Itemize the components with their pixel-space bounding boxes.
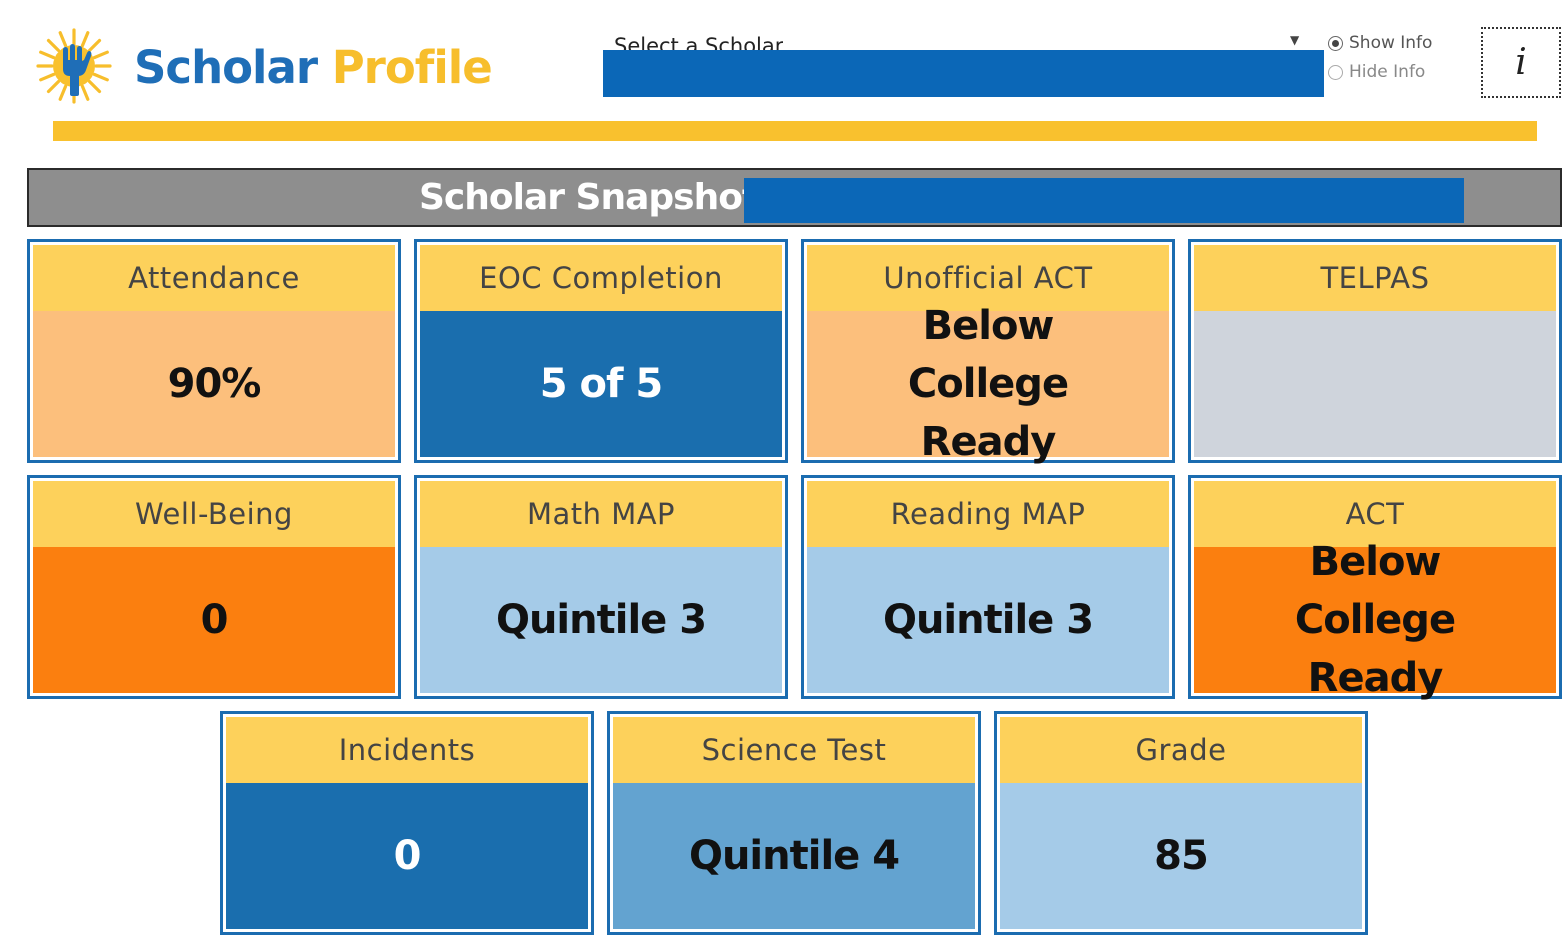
tile-value: 0 [393, 833, 422, 879]
tile-math-map[interactable]: Math MAP Quintile 3 [414, 475, 788, 699]
tile-label: Well-Being [33, 481, 395, 547]
tile-value-box: 5 of 5 [420, 311, 782, 457]
tile-value: 5 of 5 [539, 361, 663, 407]
tile-label: Grade [1000, 717, 1362, 783]
tile-value: Quintile 4 [688, 833, 900, 879]
tile-incidents[interactable]: Incidents 0 [220, 711, 594, 935]
tile-reading-map[interactable]: Reading MAP Quintile 3 [801, 475, 1175, 699]
radio-selected-icon [1328, 35, 1343, 51]
tile-science-test[interactable]: Science Test Quintile 4 [607, 711, 981, 935]
tile-eoc-completion[interactable]: EOC Completion 5 of 5 [414, 239, 788, 463]
tile-attendance[interactable]: Attendance 90% [27, 239, 401, 463]
tile-value: 0 [200, 597, 229, 643]
scholar-profile-dashboard: Scholar Profile Select a Scholar ▼ Show … [0, 0, 1566, 947]
show-info-radio[interactable]: Show Info [1328, 33, 1432, 53]
tile-unofficial-act[interactable]: Unofficial ACT Below College Ready [801, 239, 1175, 465]
info-icon: i [1515, 42, 1527, 83]
tile-value-box: 85 [1000, 783, 1362, 929]
hide-info-label: Hide Info [1349, 62, 1426, 82]
header-divider [53, 121, 1537, 141]
tile-value-box: Below College Ready [807, 303, 1169, 465]
scholar-select-dropdown[interactable] [603, 50, 1324, 97]
hand-sun-logo-icon [36, 28, 112, 104]
snapshot-scholar-name [744, 178, 1464, 223]
info-button[interactable]: i [1481, 27, 1561, 98]
tile-label: Reading MAP [807, 481, 1169, 547]
tile-value-box: Below College Ready [1194, 539, 1556, 701]
radio-unselected-icon [1328, 64, 1343, 80]
tile-well-being[interactable]: Well-Being 0 [27, 475, 401, 699]
tile-value-box: Quintile 3 [807, 547, 1169, 693]
tile-value-box: Quintile 4 [613, 783, 975, 929]
tile-value-box [1194, 311, 1556, 457]
app-title: Scholar Profile [134, 38, 493, 98]
tile-label: EOC Completion [420, 245, 782, 311]
scholar-snapshot-banner: Scholar Snapshot: [27, 168, 1562, 227]
tile-label: Math MAP [420, 481, 782, 547]
show-info-label: Show Info [1349, 33, 1433, 53]
tile-value: 90% [167, 361, 262, 407]
tile-value-box: 0 [226, 783, 588, 929]
tile-label: Attendance [33, 245, 395, 311]
tile-value: Quintile 3 [495, 597, 707, 643]
app-title-part1: Scholar [134, 41, 318, 94]
tile-label: TELPAS [1194, 245, 1556, 311]
tile-value-box: Quintile 3 [420, 547, 782, 693]
hide-info-radio[interactable]: Hide Info [1328, 62, 1425, 82]
app-title-part2: Profile [331, 41, 493, 94]
tile-grade[interactable]: Grade 85 [994, 711, 1368, 935]
tile-value-box: 90% [33, 311, 395, 457]
tile-act[interactable]: ACT Below College Ready [1188, 475, 1562, 701]
tile-value: 85 [1154, 833, 1209, 879]
snapshot-label: Scholar Snapshot: [419, 177, 773, 218]
tile-telpas[interactable]: TELPAS [1188, 239, 1562, 463]
tile-value: Quintile 3 [882, 597, 1094, 643]
tile-value: Below College Ready [1294, 539, 1456, 701]
tile-label: Incidents [226, 717, 588, 783]
tile-value-box: 0 [33, 547, 395, 693]
tile-label: Science Test [613, 717, 975, 783]
chevron-down-icon[interactable]: ▼ [1290, 33, 1299, 47]
tile-value: Below College Ready [907, 303, 1069, 465]
